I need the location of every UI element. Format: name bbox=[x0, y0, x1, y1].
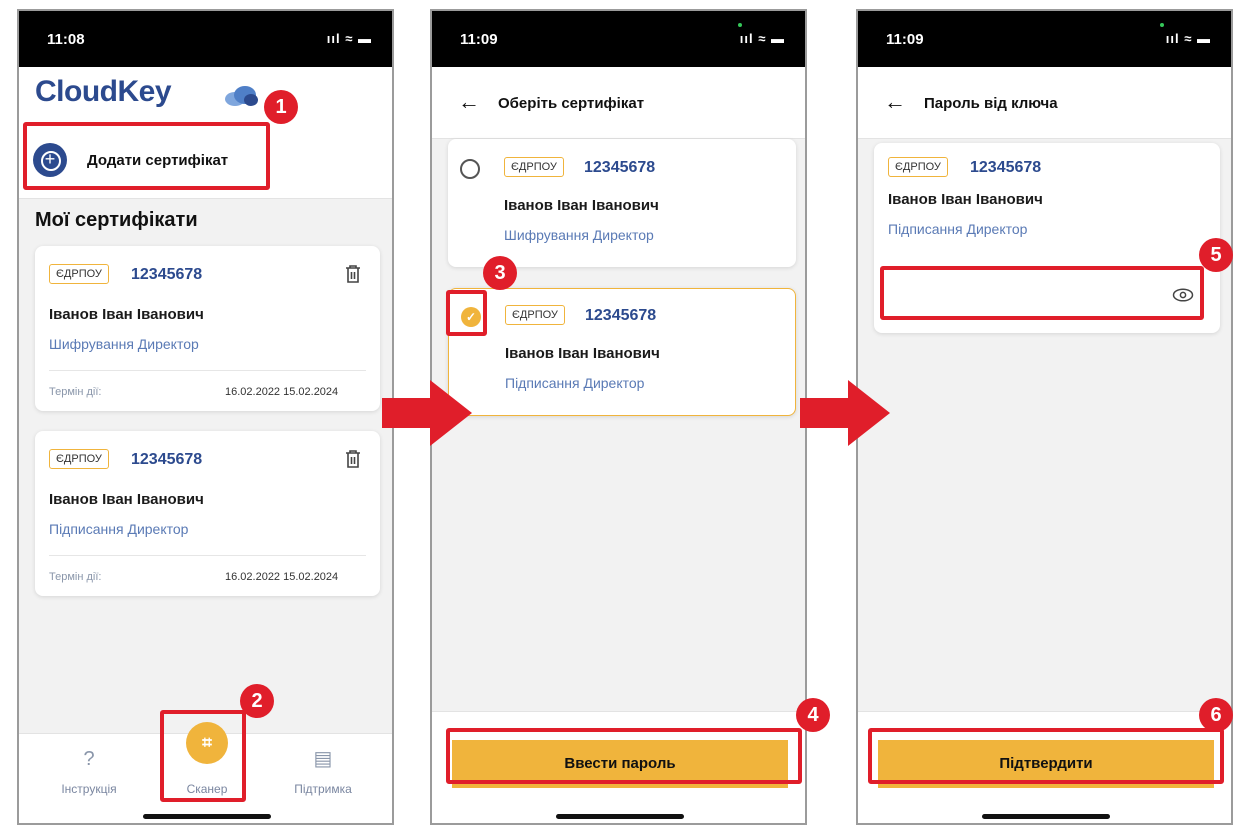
edrpou-badge: ЄДРПОУ bbox=[49, 264, 109, 284]
app-logo-text: CloudKey bbox=[35, 75, 172, 108]
status-dot bbox=[738, 23, 742, 27]
edrpou-badge: ЄДРПОУ bbox=[505, 305, 565, 325]
section-title: Мої сертифікати bbox=[35, 209, 198, 231]
certificate-owner: Іванов Іван Іванович bbox=[888, 191, 1043, 208]
status-indicators: ııl ≈ ▬ bbox=[326, 31, 372, 46]
certificate-card[interactable]: ЄДРПОУ 12345678 Іванов Іван Іванович Під… bbox=[35, 431, 380, 596]
status-indicators: ııl ≈ ▬ bbox=[739, 31, 785, 46]
certificate-owner: Іванов Іван Іванович bbox=[49, 491, 204, 508]
certificate-code: 12345678 bbox=[585, 307, 657, 324]
certificate-owner: Іванов Іван Іванович bbox=[505, 345, 660, 362]
app-header: ← Оберіть сертифікат bbox=[432, 67, 805, 139]
edrpou-badge: ЄДРПОУ bbox=[888, 157, 948, 177]
back-arrow-icon[interactable]: ← bbox=[458, 89, 480, 115]
home-indicator bbox=[982, 814, 1110, 819]
cloud-icon bbox=[225, 86, 258, 106]
step-3-highlight bbox=[446, 290, 487, 336]
status-bar: 11:09 ııl ≈ ▬ bbox=[858, 11, 1231, 67]
certificate-role: Підписання Директор bbox=[888, 221, 1028, 237]
step-number: 6 bbox=[1199, 698, 1233, 732]
status-dot bbox=[1160, 23, 1164, 27]
certificate-role: Шифрування Директор bbox=[504, 227, 654, 243]
step-1-highlight bbox=[23, 122, 270, 190]
step-number: 5 bbox=[1199, 238, 1233, 272]
next-step-arrow-icon bbox=[800, 380, 890, 446]
card-divider bbox=[49, 370, 366, 371]
certificate-role: Шифрування Директор bbox=[49, 336, 199, 352]
step-2-highlight bbox=[160, 710, 246, 802]
certificate-code: 12345678 bbox=[131, 451, 203, 468]
certificate-role: Підписання Директор bbox=[505, 375, 645, 391]
step-6-highlight bbox=[868, 728, 1224, 784]
home-indicator bbox=[143, 814, 271, 819]
certificate-code: 12345678 bbox=[584, 159, 656, 176]
certificate-owner: Іванов Іван Іванович bbox=[504, 197, 659, 214]
step-number: 2 bbox=[240, 684, 274, 718]
page-title: Оберіть сертифікат bbox=[498, 95, 645, 112]
status-time: 11:09 bbox=[460, 31, 498, 48]
step-5-highlight bbox=[880, 266, 1204, 320]
next-step-arrow-icon bbox=[382, 380, 472, 446]
trash-icon[interactable] bbox=[344, 449, 362, 469]
phone-screen-key-password: 11:09 ııl ≈ ▬ ← Пароль від ключа ЄДРПОУ … bbox=[856, 9, 1233, 825]
certificate-option[interactable]: ЄДРПОУ 12345678 Іванов Іван Іванович Шиф… bbox=[448, 139, 796, 267]
certificate-code: 12345678 bbox=[970, 159, 1042, 176]
validity-dates: 16.02.2022 15.02.2024 bbox=[225, 386, 339, 398]
back-arrow-icon[interactable]: ← bbox=[884, 89, 906, 115]
certificate-card[interactable]: ЄДРПОУ 12345678 Іванов Іван Іванович Шиф… bbox=[35, 246, 380, 411]
page-title: Пароль від ключа bbox=[924, 95, 1058, 112]
card-divider bbox=[49, 555, 366, 556]
chat-icon: ▤ bbox=[313, 748, 333, 770]
status-time: 11:08 bbox=[47, 31, 85, 48]
step-4-highlight bbox=[446, 728, 802, 784]
phone-screen-select-certificate: 11:09 ııl ≈ ▬ ← Оберіть сертифікат ЄДРПО… bbox=[430, 9, 807, 825]
certificate-code: 12345678 bbox=[131, 266, 203, 283]
trash-icon[interactable] bbox=[344, 264, 362, 284]
status-bar: 11:09 ııl ≈ ▬ bbox=[432, 11, 805, 67]
step-number: 4 bbox=[796, 698, 830, 732]
status-bar: 11:08 ııl ≈ ▬ bbox=[19, 11, 392, 67]
status-indicators: ııl ≈ ▬ bbox=[1165, 31, 1211, 46]
edrpou-badge: ЄДРПОУ bbox=[504, 157, 564, 177]
status-time: 11:09 bbox=[886, 31, 924, 48]
step-number: 3 bbox=[483, 256, 517, 290]
radio-unchecked[interactable] bbox=[460, 159, 480, 179]
validity-dates: 16.02.2022 15.02.2024 bbox=[225, 571, 339, 583]
certificate-role: Підписання Директор bbox=[49, 521, 189, 537]
nav-instructions[interactable]: ? Інструкція bbox=[41, 744, 137, 796]
app-header: ← Пароль від ключа bbox=[858, 67, 1231, 139]
nav-support-label: Підтримка bbox=[294, 782, 352, 796]
nav-instructions-label: Інструкція bbox=[61, 782, 117, 796]
certificate-option-selected[interactable]: ✓ ЄДРПОУ 12345678 Іванов Іван Іванович П… bbox=[448, 288, 796, 416]
edrpou-badge: ЄДРПОУ bbox=[49, 449, 109, 469]
home-indicator bbox=[556, 814, 684, 819]
tutorial-stage: 11:08 ııl ≈ ▬ CloudKey + Додати сертифік… bbox=[0, 0, 1241, 831]
help-icon: ? bbox=[83, 748, 95, 770]
validity-label: Термін дії: bbox=[49, 571, 102, 583]
step-number: 1 bbox=[264, 90, 298, 124]
certificate-owner: Іванов Іван Іванович bbox=[49, 306, 204, 323]
nav-support[interactable]: ▤ Підтримка bbox=[275, 744, 371, 796]
validity-label: Термін дії: bbox=[49, 386, 102, 398]
